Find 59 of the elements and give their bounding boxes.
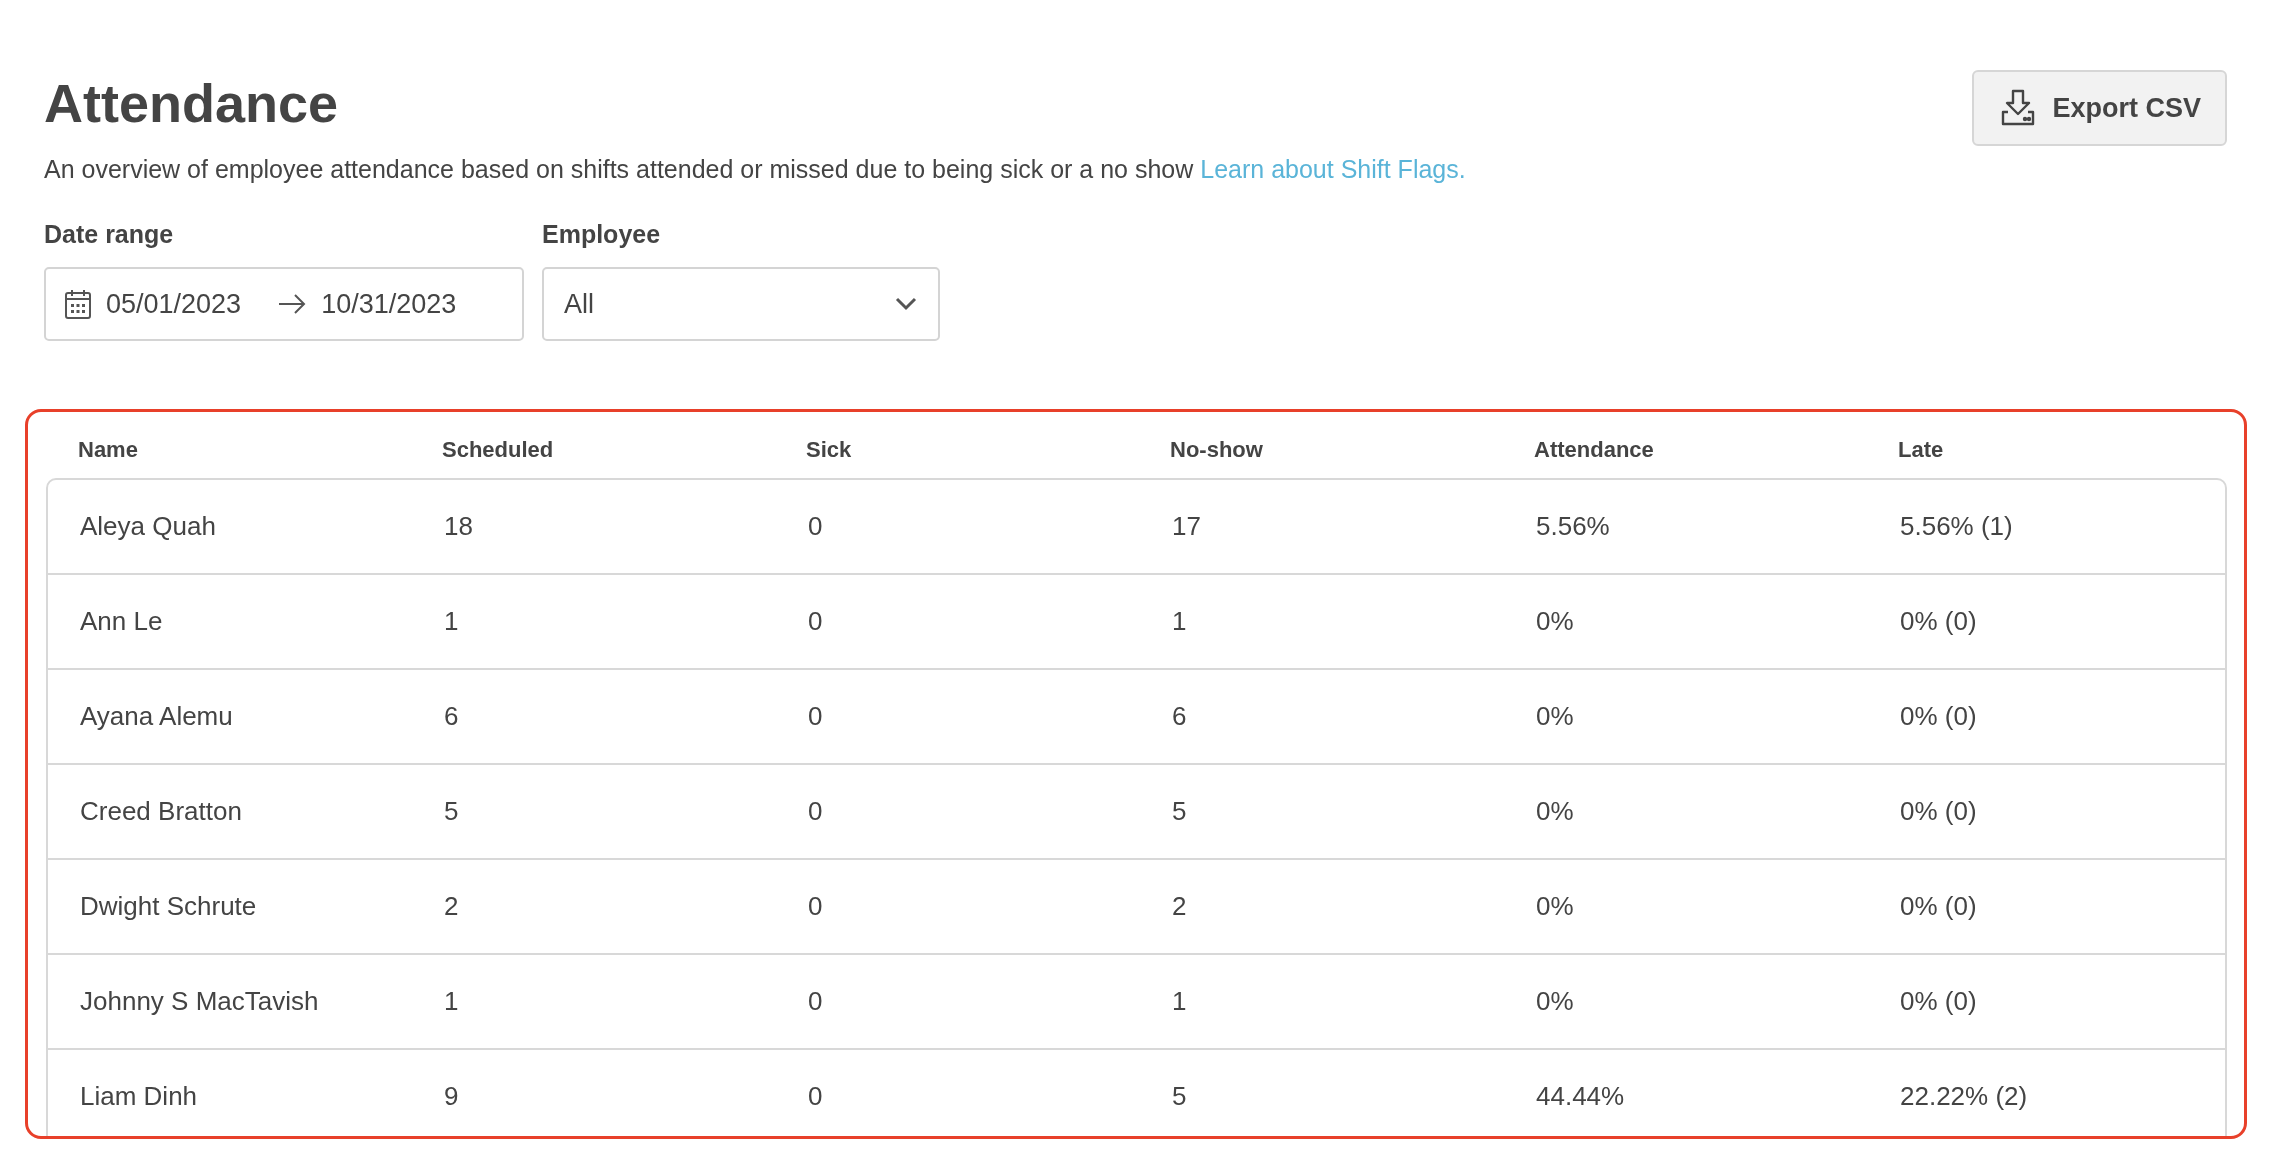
table-cell-text: 6 <box>444 701 460 733</box>
table-cell-text: 0% (0) <box>1900 606 1978 638</box>
table-cell-text: 5 <box>1172 796 1188 828</box>
table-cell-text: 5.56% (1) <box>1900 511 2014 543</box>
table-cell-text: 17 <box>1172 511 1202 543</box>
table-cell-text: 0 <box>808 891 824 923</box>
calendar-icon <box>64 288 92 321</box>
column-header: Sick <box>806 437 853 464</box>
table-cell-text: 44.44% <box>1536 1081 1626 1113</box>
table-cell-text: Liam Dinh <box>80 1081 199 1113</box>
table-cell-text: 1 <box>444 606 460 638</box>
table-cell-text: 18 <box>444 511 474 543</box>
table-cell-text: 0 <box>808 1081 824 1113</box>
table-cell-text: 5.56% <box>1536 511 1611 543</box>
table-cell-text: 0% <box>1536 986 1575 1018</box>
table-cell-text: 0 <box>808 701 824 733</box>
table-cell-text: Dwight Schrute <box>80 891 258 923</box>
table-cell-text: 0% (0) <box>1900 701 1978 733</box>
table-cell-text: 0 <box>808 986 824 1018</box>
table-cell-text: 0% (0) <box>1900 796 1978 828</box>
chevron-down-icon <box>894 296 918 313</box>
column-header: No-show <box>1170 437 1264 464</box>
table-cell-text: 0% (0) <box>1900 986 1978 1018</box>
table-cell-text: 0% <box>1536 891 1575 923</box>
table-cell-text: 2 <box>1172 891 1188 923</box>
column-header: Scheduled <box>442 437 555 464</box>
column-header: Late <box>1898 437 1945 464</box>
table-cell-text: 0 <box>808 511 824 543</box>
table-cell-text: 0% (0) <box>1900 891 1978 923</box>
table-cell-text: 9 <box>444 1081 460 1113</box>
table-cell-text: 22.22% (2) <box>1900 1081 2029 1113</box>
start-date: 05/01/2023 <box>106 288 242 320</box>
date-range-field[interactable]: 05/01/2023 10/31/2023 <box>44 267 524 342</box>
table-cell-text: Ayana Alemu <box>80 701 234 733</box>
end-date: 10/31/2023 <box>321 288 457 320</box>
table-cell-text: Ann Le <box>80 606 164 638</box>
table-cell-text: 6 <box>1172 701 1188 733</box>
table-cell-text: 1 <box>1172 606 1188 638</box>
export-csv-button[interactable]: Export CSV <box>1972 70 2227 146</box>
table-cell-text: 1 <box>444 986 460 1018</box>
table-cell-text: 5 <box>444 796 460 828</box>
column-header: Attendance <box>1534 437 1655 464</box>
table-cell-text: 0% <box>1536 701 1575 733</box>
employee-label: Employee <box>542 220 662 250</box>
table-cell-text: 0% <box>1536 796 1575 828</box>
employee-dropdown[interactable]: All <box>542 267 940 342</box>
page-description: An overview of employee attendance based on shifts attended or missed due to being sick or a no show Learn about Shift Flags. <box>44 155 1466 185</box>
column-header: Name <box>78 437 139 464</box>
table-cell-text: 1 <box>1172 986 1188 1018</box>
table-cell-text: Aleya Quah <box>80 511 217 543</box>
table-cell-text: 2 <box>444 891 460 923</box>
table-cell-text: 5 <box>1172 1081 1188 1113</box>
table-cell-text: 0 <box>808 606 824 638</box>
table-cell-text: Johnny S MacTavish <box>80 986 320 1018</box>
table-cell-text: Creed Bratton <box>80 796 243 828</box>
table-cell-text: 0% <box>1536 606 1575 638</box>
date-range-label: Date range <box>44 220 175 250</box>
table-cell-text: 0 <box>808 796 824 828</box>
page-title: Attendance <box>44 74 340 134</box>
